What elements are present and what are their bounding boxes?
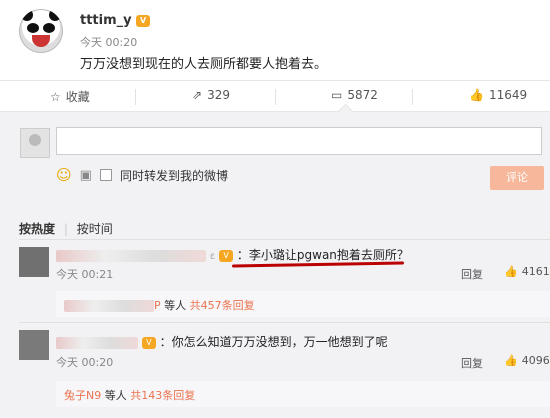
comment-input[interactable] [56, 127, 542, 155]
comment-time: 今天 00:20 [56, 356, 114, 369]
like-count: 11649 [488, 88, 528, 102]
blurred-username[interactable] [56, 249, 206, 262]
sub-reply-users: P 等人 共457条回复 [64, 297, 255, 313]
sub-reply-count-link[interactable]: 共143条回复 [130, 389, 195, 402]
comment-like-button[interactable]: 👍 4161 [504, 265, 550, 278]
repost-option-label: 同时转发到我的微博 [119, 168, 228, 183]
action-divider [412, 89, 413, 105]
comment-like-count: 4096 [521, 354, 550, 367]
comment-count: 5872 [347, 88, 378, 102]
panda-ear-left [21, 9, 33, 21]
favorite-label: 收藏 [65, 90, 90, 104]
comment-divider [19, 322, 550, 323]
sub-reply-etc: 等人 [164, 299, 187, 312]
vip-badge-icon: V [219, 249, 234, 262]
sort-tabs: 按热度 | 按时间 [19, 220, 113, 237]
action-divider [135, 89, 136, 105]
comment-line: V ：你怎么知道万万没想到，万一他想到了呢 [56, 333, 388, 350]
thumbs-up-icon: 👍 [504, 354, 518, 367]
reply-button[interactable]: 回复 [461, 266, 483, 282]
action-divider [275, 89, 276, 105]
sort-tab-hot[interactable]: 按热度 [19, 222, 55, 236]
sub-reply-count-link[interactable]: 共457条回复 [190, 299, 255, 312]
reply-button[interactable]: 回复 [461, 355, 483, 371]
poster-name-row: tttim_y V [80, 13, 151, 28]
commenter-avatar[interactable] [19, 330, 49, 360]
repost-icon: ⇗ [192, 88, 203, 102]
thumbs-up-icon: 👍 [469, 88, 484, 102]
repost-button[interactable]: ⇗ 329 [192, 88, 230, 102]
star-icon: ☆ [50, 89, 61, 104]
composer-toolbar: ☺ ▣ 同时转发到我的微博 [56, 166, 228, 184]
comment-like-button[interactable]: 👍 4096 [504, 354, 550, 367]
repost-checkbox[interactable] [99, 169, 112, 181]
favorite-button[interactable]: ☆ 收藏 [50, 88, 90, 105]
sub-replies-summary[interactable]: 兔子N9 等人 共143条回复 [56, 381, 550, 407]
repost-count: 329 [207, 88, 230, 102]
post-text: 万万没想到现在的人去厕所都要人抱着去。 [80, 57, 328, 72]
username-suffix: ε [209, 251, 216, 262]
panda-mouth [32, 35, 50, 47]
submit-comment-button[interactable]: 评论 [490, 166, 544, 190]
panda-eye-left [27, 23, 39, 33]
comment-icon: ▭ [331, 88, 343, 102]
comment-line: ε V ：李小璐让pgwan抱着去厕所？ [56, 246, 409, 263]
sub-replies-summary[interactable]: P 等人 共457条回复 [56, 291, 550, 317]
post-action-bar: ☆ 收藏 ⇗ 329 ▭ 5872 👍 11649 [0, 80, 550, 112]
comment-like-count: 4161 [521, 265, 550, 278]
sub-reply-user[interactable]: P [154, 299, 161, 312]
thumbs-up-icon: 👍 [504, 265, 518, 278]
post-time[interactable]: 今天 00:20 [80, 34, 137, 50]
sort-divider-line [19, 239, 550, 240]
sub-reply-user[interactable]: 兔子N9 [64, 389, 101, 402]
panda-eye-right [43, 23, 55, 33]
vip-badge-icon: V [141, 336, 156, 349]
sub-reply-users: 兔子N9 等人 共143条回复 [64, 387, 195, 403]
vip-badge-icon: V [136, 14, 151, 27]
sort-tab-time[interactable]: 按时间 [77, 222, 113, 236]
comment-button[interactable]: ▭ 5872 [331, 88, 378, 102]
current-user-avatar [20, 128, 50, 158]
commenter-avatar[interactable] [19, 247, 49, 277]
comment-text: ：李小璐让pgwan抱着去厕所？ [236, 248, 409, 262]
image-icon[interactable]: ▣ [80, 168, 92, 183]
blurred-username [64, 300, 154, 312]
poster-name[interactable]: tttim_y [80, 13, 132, 28]
sort-divider: | [63, 222, 68, 236]
blurred-username[interactable] [56, 336, 138, 349]
sub-reply-etc: 等人 [104, 389, 127, 402]
panda-ear-right [49, 9, 61, 21]
comment-time: 今天 00:21 [56, 268, 114, 281]
like-button[interactable]: 👍 11649 [469, 88, 527, 102]
emoji-icon[interactable]: ☺ [56, 166, 72, 184]
comment-text: ：你怎么知道万万没想到，万一他想到了呢 [159, 335, 388, 349]
poster-avatar[interactable] [19, 9, 63, 53]
